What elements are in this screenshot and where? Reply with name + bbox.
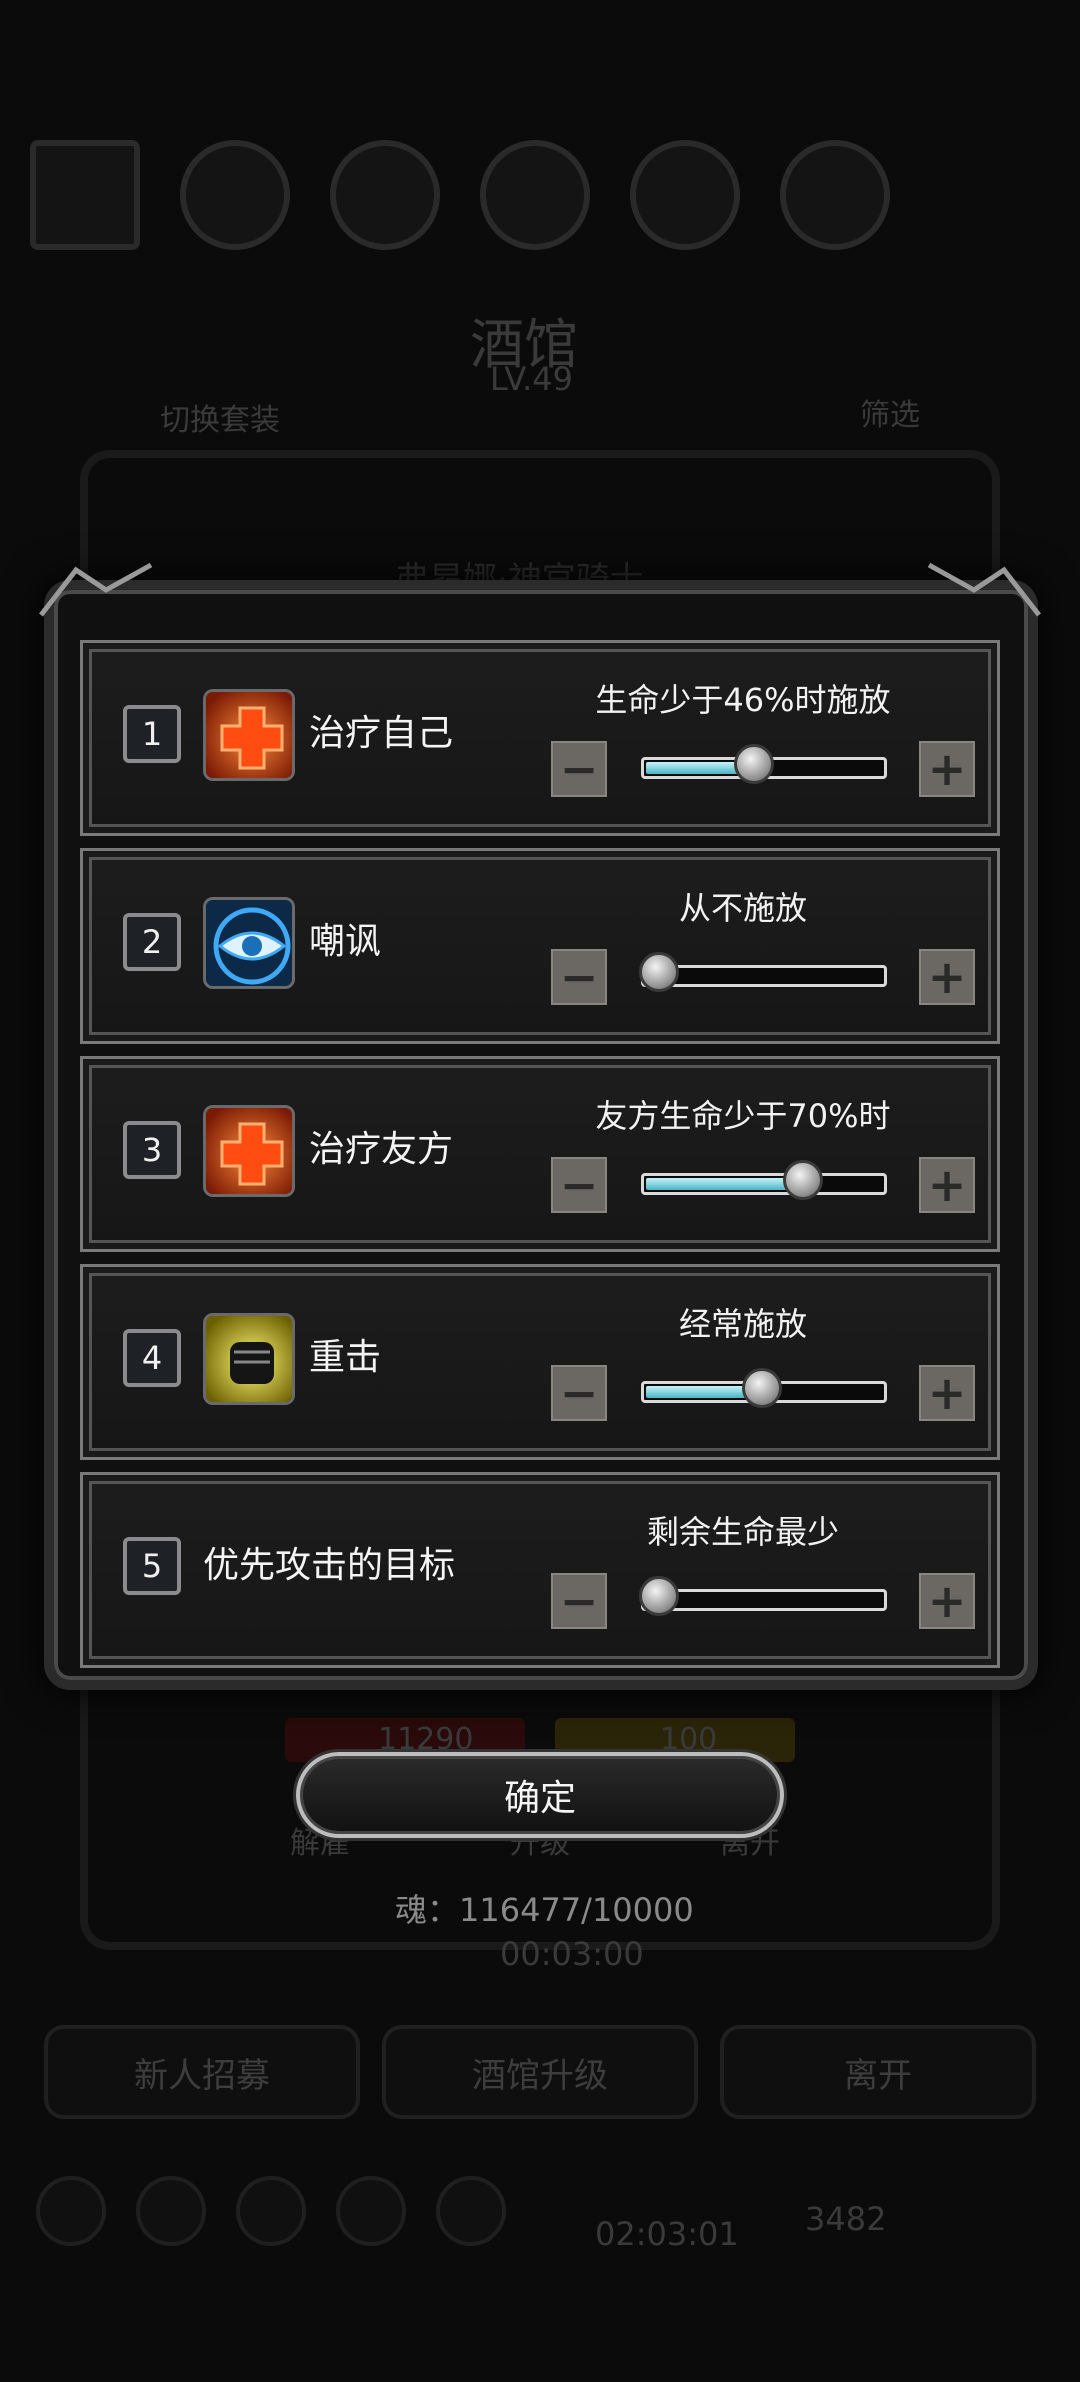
bg-menu-icon xyxy=(336,2176,406,2246)
bg-recruit-button: 新人招募 xyxy=(44,2025,360,2119)
skill-name: 重击 xyxy=(309,1337,382,1378)
slider-knob[interactable] xyxy=(639,1576,679,1616)
heal-cross-icon xyxy=(203,1105,295,1197)
skill-condition: 生命少于46%时施放 xyxy=(595,681,891,719)
fist-icon xyxy=(203,1313,295,1405)
increase-button[interactable]: + xyxy=(919,1365,975,1421)
bg-slot xyxy=(630,140,740,250)
slider-knob[interactable] xyxy=(733,744,774,784)
bg-menu-icon xyxy=(436,2176,506,2246)
skill-name: 嘲讽 xyxy=(309,921,382,962)
skill-card: 1 治疗自己 生命少于46%时施放 − + xyxy=(80,640,1000,836)
bg-timer: 00:03:00 xyxy=(500,1935,644,1973)
bg-slot xyxy=(30,140,140,250)
bg-filter-label: 筛选 xyxy=(860,398,920,433)
decrease-button[interactable]: − xyxy=(551,1157,607,1213)
skill-condition: 经常施放 xyxy=(678,1305,807,1343)
condition-slider[interactable] xyxy=(641,1173,887,1195)
slider-fill xyxy=(646,1386,757,1398)
skill-name: 治疗友方 xyxy=(309,1129,454,1170)
bg-slot xyxy=(480,140,590,250)
skill-card: 5 优先攻击的目标 剩余生命最少 − + xyxy=(80,1472,1000,1668)
skill-condition: 友方生命少于70%时 xyxy=(595,1097,891,1135)
increase-button[interactable]: + xyxy=(919,741,975,797)
decrease-button[interactable]: − xyxy=(551,949,607,1005)
skill-condition: 从不施放 xyxy=(678,889,807,927)
bg-coins: 3482 xyxy=(805,2200,887,2238)
corner-ornament xyxy=(927,562,1041,617)
decrease-button[interactable]: − xyxy=(551,1573,607,1629)
skill-name: 治疗自己 xyxy=(309,713,454,754)
skill-card: 3 治疗友方 友方生命少于70%时 − + xyxy=(80,1056,1000,1252)
bg-slot xyxy=(330,140,440,250)
increase-button[interactable]: + xyxy=(919,949,975,1005)
corner-ornament xyxy=(39,562,153,617)
bg-slot xyxy=(180,140,290,250)
skill-number: 2 xyxy=(123,913,181,971)
soul-counter: 魂：116477/10000 xyxy=(395,1891,694,1929)
bg-slot xyxy=(780,140,890,250)
decrease-button[interactable]: − xyxy=(551,741,607,797)
bg-menu-icon xyxy=(136,2176,206,2246)
slider-knob[interactable] xyxy=(639,952,679,992)
bg-level: LV.49 xyxy=(490,360,573,398)
increase-button[interactable]: + xyxy=(919,1573,975,1629)
bg-bottom-timer: 02:03:01 xyxy=(595,2215,739,2253)
skill-card: 4 重击 经常施放 − + xyxy=(80,1264,1000,1460)
skill-name: 优先攻击的目标 xyxy=(203,1545,456,1586)
bg-hero-slots xyxy=(30,140,1050,250)
bg-upgrade-button: 酒馆升级 xyxy=(382,2025,698,2119)
skill-number: 1 xyxy=(123,705,181,763)
skill-number: 3 xyxy=(123,1121,181,1179)
slider-knob[interactable] xyxy=(742,1368,782,1408)
bg-menu-icon xyxy=(36,2176,106,2246)
slider-knob[interactable] xyxy=(783,1160,824,1200)
skill-number: 4 xyxy=(123,1329,181,1387)
skill-number: 5 xyxy=(123,1537,181,1595)
bg-leave-button: 离开 xyxy=(720,2025,1036,2119)
confirm-button[interactable]: 确定 xyxy=(296,1752,784,1838)
decrease-button[interactable]: − xyxy=(551,1365,607,1421)
bg-switch-label: 切换套装 xyxy=(160,403,280,438)
increase-button[interactable]: + xyxy=(919,1157,975,1213)
eye-icon xyxy=(203,897,295,989)
bg-menu-icon xyxy=(236,2176,306,2246)
skill-card: 2 嘲讽 从不施放 − + xyxy=(80,848,1000,1044)
skill-condition: 剩余生命最少 xyxy=(646,1513,839,1551)
slider-fill xyxy=(646,1178,799,1190)
heal-cross-icon xyxy=(203,689,295,781)
